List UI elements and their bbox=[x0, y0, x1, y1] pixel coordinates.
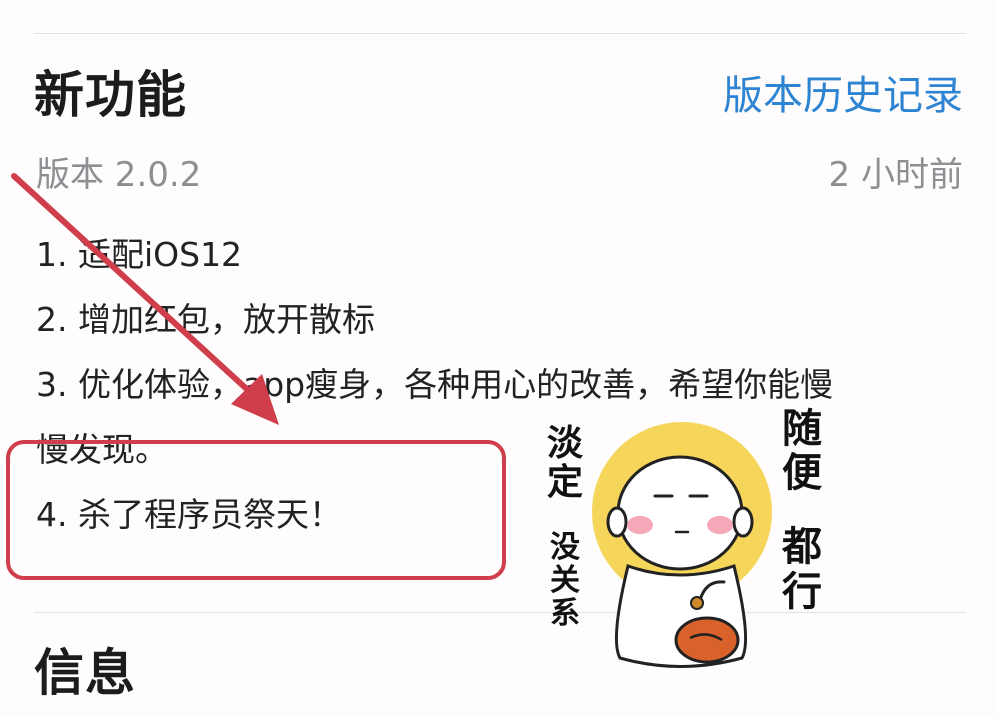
svg-text:便: 便 bbox=[782, 450, 823, 496]
monk-sticker bbox=[592, 422, 772, 668]
sticker-text-right-bottom: 都 行 bbox=[781, 524, 822, 615]
svg-text:都: 都 bbox=[781, 524, 822, 570]
sticker-text-left-bottom: 没 关 系 bbox=[550, 530, 580, 631]
svg-text:系: 系 bbox=[550, 596, 580, 631]
sticker-text-right-top: 随 便 bbox=[782, 406, 823, 496]
svg-text:行: 行 bbox=[782, 569, 822, 615]
sticker-text-left-top: 淡 定 bbox=[547, 423, 584, 503]
annotation-overlay: 淡 定 没 关 系 随 便 都 行 bbox=[11, 173, 823, 668]
svg-text:随: 随 bbox=[782, 406, 822, 452]
svg-text:定: 定 bbox=[547, 462, 583, 503]
svg-text:没: 没 bbox=[550, 530, 580, 565]
red-arrow-icon bbox=[11, 173, 279, 425]
svg-text:淡: 淡 bbox=[547, 423, 584, 464]
svg-text:关: 关 bbox=[550, 563, 580, 598]
